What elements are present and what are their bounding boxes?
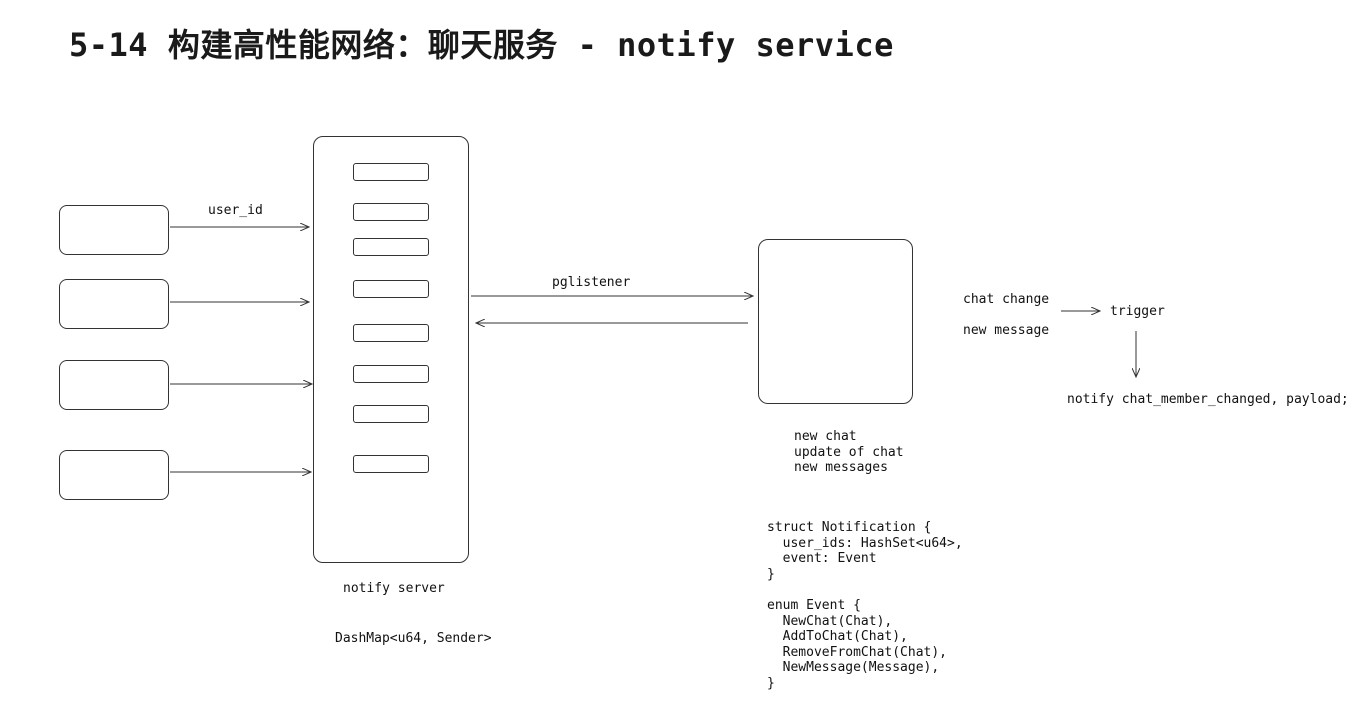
enum-event-code: enum Event { NewChat(Chat), AddToChat(Ch… [767,598,948,691]
notify-server-label: notify server [343,581,445,596]
chat-change-label: chat change [963,292,1050,307]
new-message-label: new message [963,323,1050,338]
pglistener-label: pglistener [552,275,631,290]
db-events-label: new chat update of chat new messages [794,429,904,475]
trigger-label: trigger [1110,304,1165,319]
diagram-canvas: 5-14 构建高性能网络：聊天服务 - notify service user_… [0,0,1369,708]
arrows-layer [170,0,1369,708]
dashmap-label: DashMap<u64, Sender> [335,631,492,646]
user-id-label: user_id [208,203,263,218]
notify-payload-label: notify chat_member_changed, payload; [1067,392,1349,407]
struct-notification-code: struct Notification { user_ids: HashSet<… [767,520,963,582]
